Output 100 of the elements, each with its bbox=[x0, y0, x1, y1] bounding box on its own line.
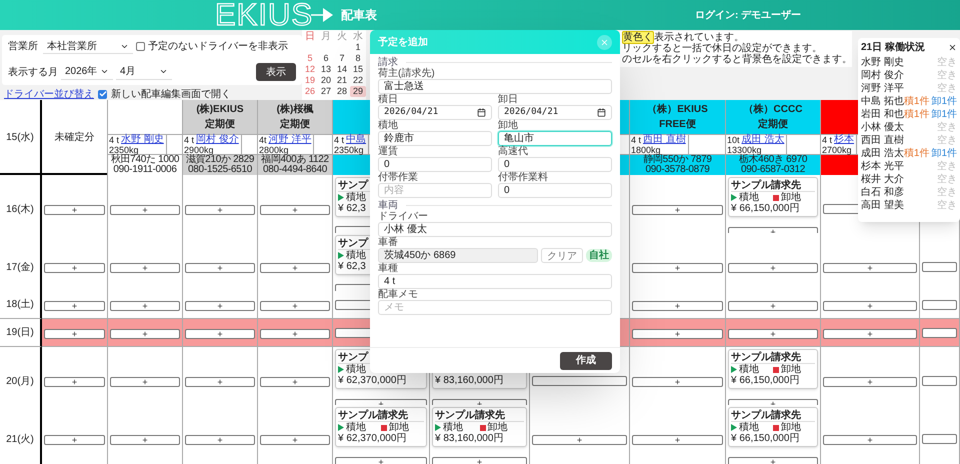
add-button[interactable]: + bbox=[532, 435, 627, 445]
text-field[interactable]: 0 bbox=[498, 157, 612, 172]
calendar-day[interactable]: 27 bbox=[318, 86, 334, 97]
add-button[interactable]: + bbox=[44, 300, 105, 310]
add-button[interactable]: + bbox=[44, 435, 105, 445]
text-field[interactable]: 亀山市 bbox=[498, 131, 612, 146]
calendar-day[interactable]: 14 bbox=[334, 64, 350, 75]
calendar-day[interactable]: 1 bbox=[350, 42, 366, 53]
date-label: 15(水) bbox=[6, 130, 34, 145]
calendar-day[interactable]: 8 bbox=[350, 53, 366, 64]
add-button[interactable]: + bbox=[185, 435, 255, 445]
text-field[interactable]: 0 bbox=[378, 157, 492, 172]
add-button[interactable]: + bbox=[432, 457, 527, 464]
add-button[interactable]: + bbox=[110, 435, 180, 445]
add-button[interactable]: + bbox=[44, 263, 105, 273]
add-button[interactable]: + bbox=[110, 300, 180, 310]
driver-link[interactable]: 水野 剛史 bbox=[121, 135, 164, 145]
client-name: サンプル請求先 bbox=[338, 410, 408, 421]
amount-text: ¥ 62,3 bbox=[338, 261, 366, 272]
status-text: 積1件 bbox=[904, 108, 930, 122]
add-button[interactable]: + bbox=[110, 205, 180, 215]
sort-link[interactable]: ドライバー並び替え bbox=[4, 86, 94, 102]
show-button[interactable]: 表示 bbox=[256, 63, 296, 81]
add-button[interactable]: + bbox=[728, 328, 818, 338]
driver-link[interactable]: 杉本 bbox=[834, 135, 854, 145]
add-button[interactable]: + bbox=[185, 300, 255, 310]
text-field[interactable]: 富士急送 bbox=[378, 79, 612, 94]
add-button[interactable]: + bbox=[823, 328, 917, 338]
add-button[interactable]: + bbox=[110, 263, 180, 273]
add-button[interactable]: + bbox=[260, 263, 330, 273]
add-button[interactable]: + bbox=[44, 328, 105, 338]
driver-name: 岩田 和也 bbox=[861, 108, 904, 122]
status-text: 卸1件 bbox=[931, 95, 957, 109]
add-button[interactable]: + bbox=[728, 300, 818, 310]
date-field[interactable]: 2026/04/21 bbox=[378, 105, 492, 120]
add-button[interactable]: + bbox=[110, 377, 180, 387]
schedule-card[interactable]: サンプル請求先 積地 卸地 ¥ 62,370,000円 bbox=[335, 407, 427, 447]
add-button[interactable]: + bbox=[110, 328, 180, 338]
text-field[interactable]: メモ bbox=[378, 300, 612, 315]
add-button[interactable]: + bbox=[260, 205, 330, 215]
schedule-card[interactable]: サンプル請求先 積地 卸地 ¥ 83,160,000円 bbox=[432, 407, 527, 447]
add-button[interactable]: + bbox=[632, 300, 723, 310]
driver-link[interactable]: 成田 浩太 bbox=[742, 135, 784, 145]
add-button[interactable]: + bbox=[823, 377, 917, 387]
calendar-day[interactable]: 29 bbox=[350, 86, 366, 97]
add-button[interactable]: + bbox=[632, 377, 723, 387]
add-button[interactable]: + bbox=[823, 263, 917, 273]
schedule-card[interactable]: サンプル請求先 積地 卸地 ¥ 66,150,000円 bbox=[728, 407, 818, 447]
create-button[interactable]: 作成 bbox=[560, 352, 612, 370]
select-field[interactable]: 本社営業所 bbox=[43, 39, 133, 54]
add-button[interactable]: + bbox=[44, 377, 105, 387]
schedule-card[interactable]: サンプル請求先 積地 卸地 ¥ 66,150,000円 bbox=[728, 177, 818, 217]
add-button[interactable]: + bbox=[632, 263, 723, 273]
driver-link[interactable]: 西田 直樹 bbox=[643, 135, 686, 145]
calendar-day[interactable]: 20 bbox=[318, 75, 334, 86]
add-button[interactable]: + bbox=[185, 263, 255, 273]
capacity-text: 2700kg bbox=[822, 145, 853, 155]
status-text: 積1件 bbox=[904, 94, 930, 108]
add-button[interactable]: + bbox=[185, 328, 255, 338]
add-button[interactable]: + bbox=[185, 205, 255, 215]
text-field[interactable]: 4 t bbox=[378, 274, 612, 289]
add-button[interactable]: + bbox=[260, 300, 330, 310]
text-field[interactable]: 鈴鹿市 bbox=[378, 131, 492, 146]
status-text: 卸1件 bbox=[931, 108, 957, 122]
calendar-day[interactable]: 15 bbox=[350, 64, 366, 75]
calendar-day[interactable]: 13 bbox=[318, 64, 334, 75]
add-button[interactable]: + bbox=[823, 300, 917, 310]
load-label: 積地 bbox=[739, 192, 759, 203]
text-field[interactable]: 小林 優太 bbox=[378, 222, 612, 237]
driver-link[interactable]: 河野 洋平 bbox=[268, 135, 312, 145]
text-field[interactable]: 0 bbox=[498, 183, 612, 198]
select-field[interactable]: 4月 bbox=[116, 64, 172, 80]
schedule-card[interactable]: サンプル請求先 積地 卸地 ¥ 66,150,000円 bbox=[728, 349, 818, 389]
add-button[interactable]: + bbox=[335, 457, 427, 464]
add-button[interactable]: + bbox=[260, 377, 330, 387]
date-field[interactable]: 2026/04/21 bbox=[498, 105, 612, 120]
add-button[interactable]: + bbox=[823, 435, 917, 445]
add-button[interactable]: + bbox=[260, 435, 330, 445]
add-button[interactable]: + bbox=[260, 328, 330, 338]
text-field[interactable]: 茨城450か 6869 bbox=[378, 248, 538, 263]
add-button[interactable]: + bbox=[632, 435, 723, 445]
add-button[interactable]: + bbox=[728, 263, 818, 273]
driver-link[interactable]: 岡村 俊介 bbox=[196, 135, 239, 145]
add-button[interactable]: + bbox=[632, 328, 723, 338]
calendar-day[interactable]: 21 bbox=[334, 75, 350, 86]
calendar-day[interactable]: 28 bbox=[334, 86, 350, 97]
clear-button[interactable]: クリア bbox=[541, 248, 583, 263]
client-name: サンプ bbox=[338, 238, 368, 249]
calendar-day[interactable]: 6 bbox=[318, 53, 334, 64]
add-button[interactable]: + bbox=[185, 377, 255, 387]
calendar-day[interactable]: 22 bbox=[350, 75, 366, 86]
add-button[interactable]: + bbox=[44, 205, 105, 215]
calendar-day[interactable]: 7 bbox=[334, 53, 350, 64]
calendar-day[interactable]: 26 bbox=[302, 86, 318, 97]
add-button[interactable]: + bbox=[728, 457, 818, 464]
add-button[interactable]: + bbox=[632, 205, 723, 215]
checkbox-label: 新しい配車編集画面で開く bbox=[111, 88, 231, 102]
text-field[interactable]: 内容 bbox=[378, 183, 492, 198]
driver-link[interactable]: 中島 bbox=[346, 135, 366, 145]
select-field[interactable]: 2026年 bbox=[61, 64, 113, 80]
